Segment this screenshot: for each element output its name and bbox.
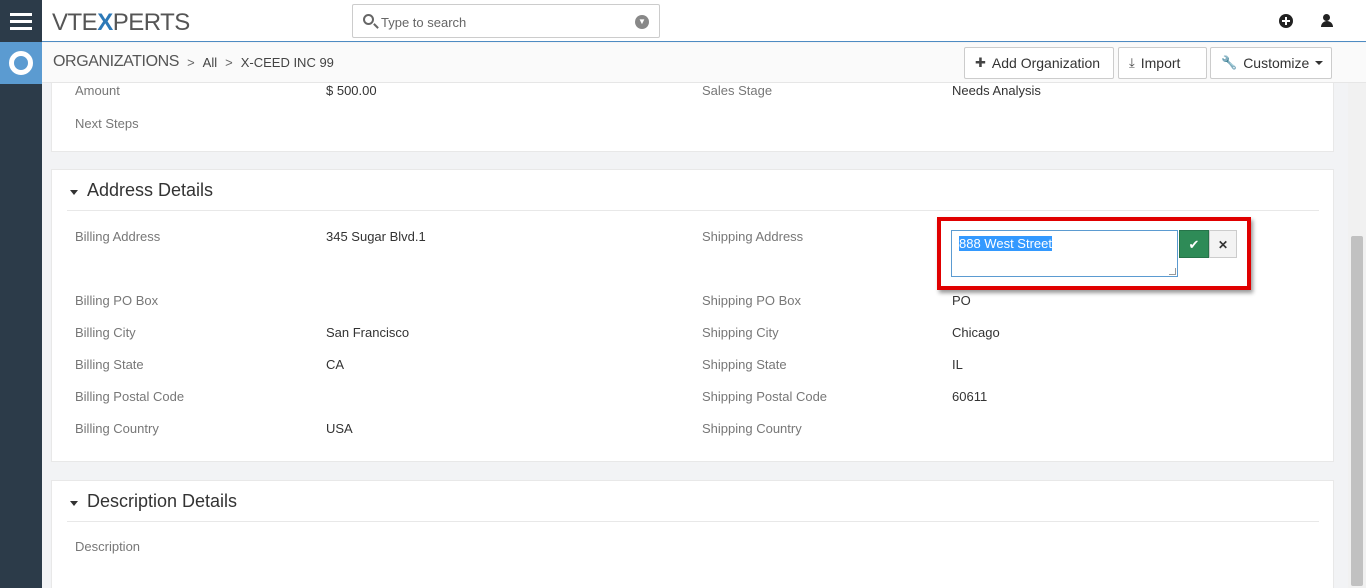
- shipping-address-label: Shipping Address: [702, 229, 804, 244]
- add-organization-button[interactable]: ✚ Add Organization: [964, 47, 1114, 79]
- add-organization-label: Add Organization: [991, 55, 1101, 71]
- billing-postal-code-label: Billing Postal Code: [75, 389, 185, 404]
- save-inline-edit-button[interactable]: ✔: [1179, 230, 1209, 258]
- shipping-country-label: Shipping Country: [702, 421, 802, 436]
- global-search: ▼: [352, 4, 660, 38]
- breadcrumb-module[interactable]: ORGANIZATIONS: [53, 53, 179, 71]
- description-details-title: Description Details: [87, 491, 238, 511]
- quick-create-plus-icon[interactable]: [1279, 14, 1293, 28]
- chevron-right-icon: >: [225, 54, 233, 70]
- billing-city-label: Billing City: [75, 325, 136, 340]
- top-bar: VTEXPERTS ▼: [42, 0, 1366, 42]
- address-details-card: Address Details Billing Address 345 Suga…: [51, 169, 1334, 462]
- user-icon[interactable]: [1320, 14, 1334, 28]
- plus-icon: ✚: [975, 55, 986, 70]
- left-rail: [0, 0, 42, 588]
- billing-state-value[interactable]: CA: [326, 357, 344, 372]
- page-scrollbar[interactable]: [1348, 43, 1366, 588]
- description-label: Description: [75, 539, 141, 554]
- breadcrumb: ORGANIZATIONS > All > X-CEED INC 99: [53, 53, 334, 71]
- shipping-city-label: Shipping City: [702, 325, 779, 340]
- search-input[interactable]: [381, 12, 621, 32]
- billing-country-value[interactable]: USA: [326, 421, 353, 436]
- shipping-po-box-value[interactable]: PO: [952, 293, 971, 308]
- billing-address-label: Billing Address: [75, 229, 161, 244]
- billing-po-box-label: Billing PO Box: [75, 293, 159, 308]
- record-detail-content: Amount $ 500.00 Sales Stage Needs Analys…: [42, 43, 1348, 588]
- check-icon: ✔: [1188, 237, 1200, 252]
- sales-stage-label: Sales Stage: [702, 83, 773, 98]
- breadcrumb-filter[interactable]: All: [203, 55, 217, 70]
- billing-country-label: Billing Country: [75, 421, 159, 436]
- download-icon: ⤓: [1129, 55, 1135, 70]
- import-label: Import: [1140, 55, 1181, 71]
- support-button[interactable]: [0, 42, 42, 84]
- chevron-down-circle-icon[interactable]: ▼: [635, 15, 649, 29]
- description-details-header[interactable]: Description Details: [67, 481, 1319, 522]
- chevron-right-icon: >: [187, 54, 195, 70]
- address-details-title: Address Details: [87, 180, 214, 200]
- description-details-card: Description Details Description: [51, 480, 1334, 588]
- hamburger-menu-icon[interactable]: [0, 0, 42, 42]
- caret-down-icon: [1315, 61, 1324, 65]
- resize-grip-icon[interactable]: [1169, 268, 1176, 275]
- search-icon: [363, 14, 374, 25]
- customize-button[interactable]: 🔧 Customize: [1210, 47, 1332, 79]
- shipping-address-edit-text: 888 West Street: [959, 236, 1052, 251]
- shipping-po-box-label: Shipping PO Box: [702, 293, 802, 308]
- billing-city-value[interactable]: San Francisco: [326, 325, 409, 340]
- address-details-header[interactable]: Address Details: [67, 170, 1319, 211]
- shipping-city-value[interactable]: Chicago: [952, 325, 1000, 340]
- sales-stage-value: Needs Analysis: [952, 83, 1041, 98]
- scrollbar-thumb[interactable]: [1351, 236, 1363, 586]
- amount-label: Amount: [75, 83, 120, 98]
- lifering-icon: [9, 51, 33, 75]
- next-steps-label: Next Steps: [75, 116, 139, 131]
- shipping-address-edit-field[interactable]: 888 West Street: [951, 230, 1178, 277]
- import-button[interactable]: ⤓ Import: [1118, 47, 1207, 79]
- collapse-caret-icon[interactable]: [70, 190, 78, 195]
- cancel-inline-edit-button[interactable]: ✕: [1209, 230, 1237, 258]
- billing-address-value[interactable]: 345 Sugar Blvd.1: [326, 229, 426, 244]
- shipping-state-label: Shipping State: [702, 357, 787, 372]
- close-icon: ✕: [1217, 238, 1229, 252]
- shipping-state-value[interactable]: IL: [952, 357, 963, 372]
- shipping-postal-code-value[interactable]: 60611: [952, 389, 987, 404]
- app-logo[interactable]: VTEXPERTS: [52, 9, 190, 37]
- amount-value: $ 500.00: [326, 83, 377, 98]
- breadcrumb-record: X-CEED INC 99: [240, 54, 334, 70]
- billing-state-label: Billing State: [75, 357, 144, 372]
- collapse-caret-icon[interactable]: [70, 501, 78, 506]
- module-header: ORGANIZATIONS > All > X-CEED INC 99 ✚ Ad…: [42, 43, 1366, 83]
- customize-label: Customize: [1243, 55, 1310, 71]
- shipping-postal-code-label: Shipping Postal Code: [702, 389, 828, 404]
- wrench-icon: 🔧: [1221, 55, 1238, 70]
